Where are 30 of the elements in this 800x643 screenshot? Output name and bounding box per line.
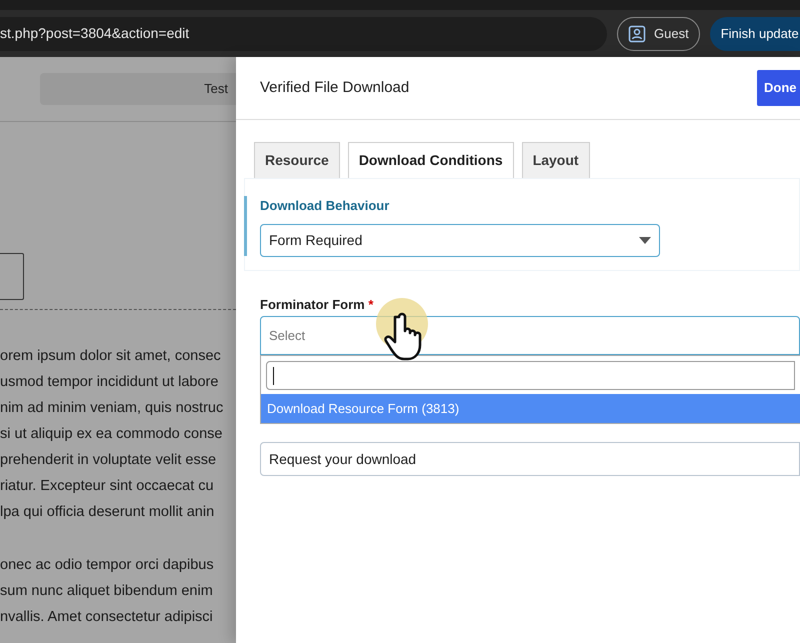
- panel-title: Verified File Download: [260, 78, 410, 98]
- paragraph-line: onec ac odio tempor orci dapibus: [0, 556, 214, 575]
- profile-icon: [628, 24, 646, 42]
- paragraph-line: si ut aliquip ex ea commodo conse: [0, 425, 222, 444]
- popup-title-field[interactable]: Request your download: [260, 442, 800, 476]
- paragraph-line: usmod tempor incididunt ut labore: [0, 373, 218, 392]
- paragraph-line: lpa qui officia deserunt mollit anin: [0, 503, 214, 522]
- field-label: Forminator Form *: [260, 296, 374, 314]
- dropdown-arrow-icon: [639, 236, 651, 244]
- tab[interactable]: Layout: [522, 142, 590, 178]
- paragraph-line: nim ad minim veniam, quis nostruc: [0, 399, 224, 418]
- block-outline: [0, 253, 24, 300]
- text-cursor-icon: [273, 366, 274, 384]
- address-bar[interactable]: st.php?post=3804&action=edit: [0, 16, 607, 50]
- section-accent-bar: [244, 196, 247, 256]
- paragraph-line: orem ipsum dolor sit amet, consec: [0, 347, 221, 366]
- form-select[interactable]: Select: [260, 316, 800, 355]
- update-button[interactable]: Finish update: [710, 16, 800, 50]
- dropdown-search-field[interactable]: [266, 361, 795, 390]
- tab[interactable]: Download Conditions: [348, 142, 514, 178]
- field-label: Download Behaviour: [260, 197, 390, 215]
- paragraph-line: nvallis. Amet consectetur adipisci: [0, 608, 213, 627]
- behaviour-select[interactable]: Form Required: [260, 224, 660, 256]
- post-title: Test: [204, 80, 228, 98]
- paragraph-line: riatur. Excepteur sint occaecat cu: [0, 477, 214, 496]
- done-button[interactable]: Done: [757, 70, 800, 106]
- tab[interactable]: Resource: [254, 142, 340, 178]
- profile-button[interactable]: Guest: [617, 16, 700, 50]
- paragraph-line: sum nunc aliquet bibendum enim: [0, 582, 213, 601]
- paragraph-line: prehenderit in voluptate velit esse: [0, 451, 216, 470]
